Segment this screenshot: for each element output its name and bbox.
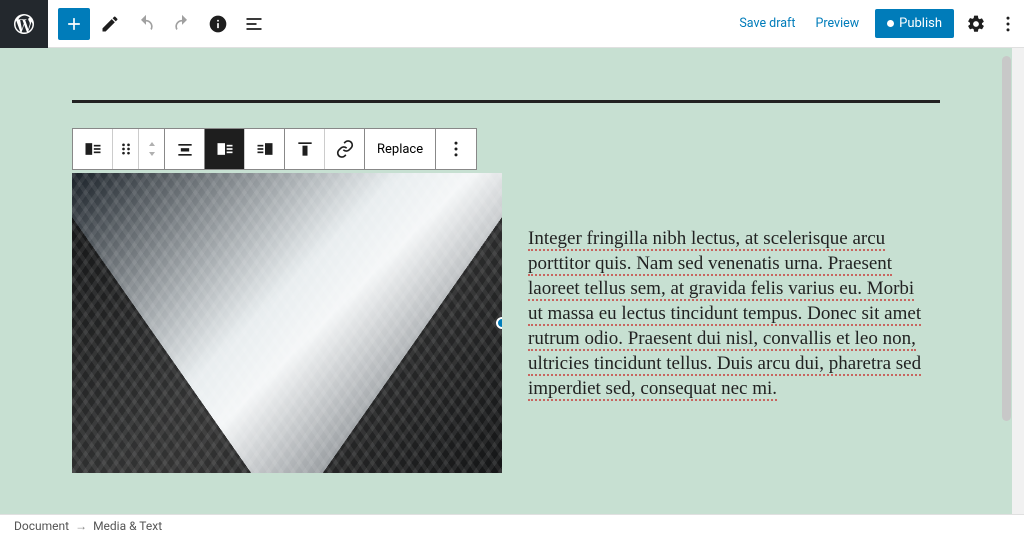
change-alignment-button[interactable]: [165, 129, 205, 169]
editor-top-bar: Save draft Preview Publish: [0, 0, 1024, 48]
block-type-button[interactable]: [73, 129, 113, 169]
publish-status-dot: [887, 20, 894, 27]
move-up-down[interactable]: [139, 129, 165, 169]
more-options-button[interactable]: [992, 8, 1024, 40]
preview-button[interactable]: Preview: [805, 10, 869, 37]
publish-button[interactable]: Publish: [875, 9, 954, 38]
vertical-align-button[interactable]: [285, 129, 325, 169]
undo-button[interactable]: [130, 8, 162, 40]
info-button[interactable]: [202, 8, 234, 40]
editor-canvas: Replace Integer fringilla nibh lectus, a…: [0, 48, 1024, 514]
link-button[interactable]: [325, 129, 365, 169]
redo-button[interactable]: [166, 8, 198, 40]
toolbar-left-group: [48, 8, 270, 40]
replace-media-button[interactable]: Replace: [365, 129, 436, 169]
media-left-button[interactable]: [205, 129, 245, 169]
list-view-button[interactable]: [238, 8, 270, 40]
media-right-button[interactable]: [245, 129, 285, 169]
settings-button[interactable]: [960, 8, 992, 40]
breadcrumb-bar: Document → Media & Text: [0, 514, 1024, 537]
drag-handle[interactable]: [113, 129, 139, 169]
scrollbar-thumb[interactable]: [1002, 56, 1011, 421]
separator-block[interactable]: [72, 100, 940, 103]
save-draft-button[interactable]: Save draft: [729, 10, 805, 37]
breadcrumb-current[interactable]: Media & Text: [93, 519, 162, 533]
block-toolbar: Replace: [72, 128, 477, 170]
breadcrumb-root[interactable]: Document: [14, 519, 69, 533]
edit-mode-button[interactable]: [94, 8, 126, 40]
publish-label: Publish: [899, 16, 942, 31]
media-image[interactable]: [72, 173, 502, 473]
add-block-button[interactable]: [58, 8, 90, 40]
resize-handle[interactable]: [496, 317, 502, 329]
text-paragraph[interactable]: Integer fringilla nibh lectus, at sceler…: [528, 226, 922, 402]
paragraph-text: Integer fringilla nibh lectus, at sceler…: [528, 228, 921, 401]
block-more-options[interactable]: [436, 129, 476, 169]
breadcrumb-separator: →: [75, 519, 87, 533]
wordpress-logo[interactable]: [0, 0, 48, 48]
